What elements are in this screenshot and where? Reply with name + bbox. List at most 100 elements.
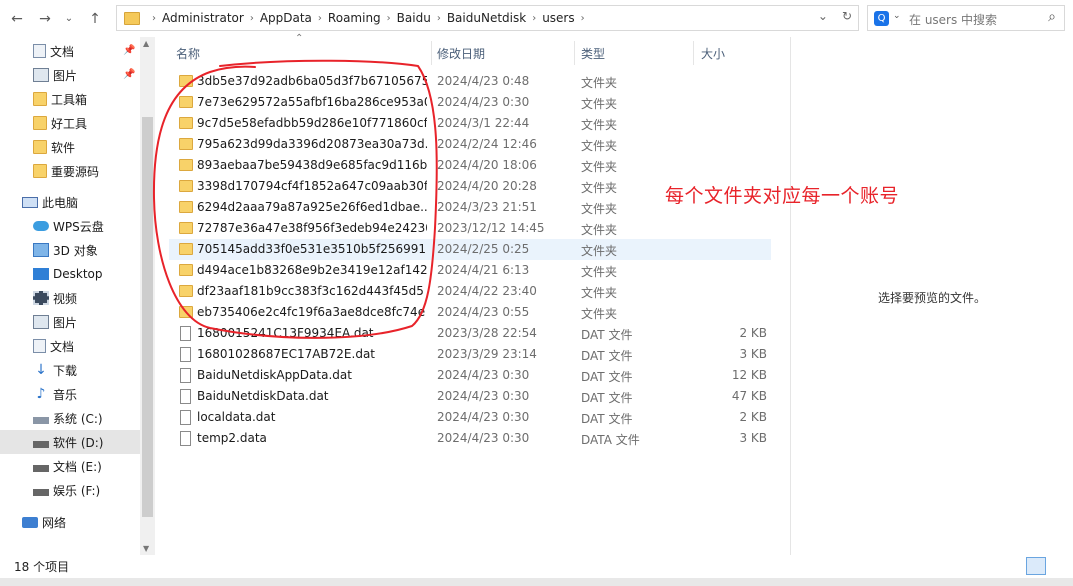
file-type: 文件夹	[581, 97, 618, 111]
nav-item-videos[interactable]: 视频	[0, 286, 140, 310]
nav-item-label: 此电脑	[42, 195, 79, 210]
breadcrumb-item[interactable]: users	[542, 11, 574, 25]
file-name: 16801028687EC17AB72E.dat	[197, 347, 375, 361]
nav-item-pictures[interactable]: 图片	[0, 63, 140, 87]
chevron-right-icon[interactable]: ›	[318, 13, 322, 24]
column-divider[interactable]	[693, 41, 694, 65]
file-row[interactable]: BaiduNetdiskData.dat 2024/4/23 0:30 DAT 文件…	[169, 386, 771, 407]
nav-item-3d-objects[interactable]: 3D 对象	[0, 238, 140, 262]
history-dropdown-icon[interactable]: ⌄	[818, 9, 828, 23]
nav-item-label: 文档	[50, 44, 75, 59]
image-icon	[33, 68, 49, 82]
breadcrumb-item[interactable]: Roaming	[328, 11, 381, 25]
nav-item-desktop[interactable]: Desktop	[0, 262, 140, 286]
file-date: 2024/4/23 0:30	[437, 95, 530, 109]
file-date: 2024/2/25 0:25	[437, 242, 530, 256]
file-type: 文件夹	[581, 286, 618, 300]
breadcrumb-item[interactable]: Baidu	[397, 11, 431, 25]
nav-item-important-source[interactable]: 重要源码	[0, 159, 140, 183]
nav-item-label: 音乐	[53, 387, 78, 402]
breadcrumb-item[interactable]: BaiduNetdisk	[447, 11, 526, 25]
search-icon[interactable]: ⌕	[1048, 9, 1056, 25]
breadcrumb[interactable]: › Administrator › AppData › Roaming › Ba…	[116, 5, 859, 31]
refresh-icon[interactable]: ↻	[842, 9, 852, 23]
address-bar-area: ← → ⌄ ↑ › Administrator › AppData › Roam…	[0, 0, 1073, 37]
file-size: 3 KB	[739, 431, 767, 445]
column-header-size[interactable]: 大小	[701, 45, 725, 62]
file-name: localdata.dat	[197, 410, 276, 424]
recent-dropdown-icon[interactable]: ⌄	[58, 8, 80, 30]
chevron-right-icon[interactable]: ›	[387, 13, 391, 24]
up-arrow-icon[interactable]: ↑	[84, 8, 106, 30]
column-divider[interactable]	[574, 41, 575, 65]
network-icon	[22, 516, 38, 528]
file-icon	[180, 389, 191, 404]
nav-item-wps-cloud[interactable]: WPS云盘	[0, 214, 140, 238]
nav-item-good-tools[interactable]: 好工具	[0, 111, 140, 135]
column-header-date[interactable]: 修改日期	[437, 45, 485, 62]
file-type: DAT 文件	[581, 412, 633, 426]
nav-item-pictures-pc[interactable]: 图片	[0, 310, 140, 334]
nav-item-documents-pc[interactable]: 文档	[0, 334, 140, 358]
computer-icon	[22, 196, 38, 208]
back-arrow-icon[interactable]: ←	[6, 8, 28, 30]
nav-item-drive-d[interactable]: 软件 (D:)	[0, 430, 140, 454]
drive-icon	[33, 489, 49, 496]
scroll-down-icon[interactable]: ▼	[143, 544, 149, 553]
nav-item-this-pc[interactable]: 此电脑	[0, 190, 140, 214]
cloud-icon	[33, 221, 49, 231]
file-row[interactable]: temp2.data 2024/4/23 0:30 DATA 文件 3 KB	[169, 428, 771, 449]
preview-divider[interactable]	[790, 37, 791, 555]
chevron-right-icon[interactable]: ›	[532, 13, 536, 24]
forward-arrow-icon[interactable]: →	[34, 8, 56, 30]
nav-item-drive-f[interactable]: 娱乐 (F:)	[0, 478, 140, 502]
file-type: 文件夹	[581, 160, 618, 174]
file-type: DAT 文件	[581, 328, 633, 342]
nav-item-toolbox[interactable]: 工具箱	[0, 87, 140, 111]
nav-item-label: 软件 (D:)	[53, 435, 104, 450]
drive-icon	[33, 417, 49, 424]
column-header-type[interactable]: 类型	[581, 45, 605, 62]
search-provider-icon[interactable]: Q	[874, 11, 889, 26]
annotation-text: 每个文件夹对应每一个账号	[665, 185, 900, 207]
file-size: 2 KB	[739, 410, 767, 424]
nav-item-label: 网络	[42, 515, 67, 530]
chevron-right-icon[interactable]: ›	[152, 13, 156, 24]
details-view-icon[interactable]	[1026, 557, 1046, 575]
chevron-right-icon[interactable]: ›	[250, 13, 254, 24]
drive-icon	[33, 441, 49, 448]
cube-icon	[33, 243, 49, 257]
pin-icon[interactable]: 📌	[123, 45, 135, 56]
chevron-right-icon[interactable]: ›	[437, 13, 441, 24]
file-type: DAT 文件	[581, 370, 633, 384]
file-size: 47 KB	[731, 389, 767, 403]
nav-item-software[interactable]: 软件	[0, 135, 140, 159]
search-placeholder[interactable]: 在 users 中搜索	[909, 11, 997, 28]
horizontal-scrollbar[interactable]	[0, 578, 1073, 586]
nav-item-label: 系统 (C:)	[53, 411, 103, 426]
nav-item-drive-e[interactable]: 文档 (E:)	[0, 454, 140, 478]
file-row[interactable]: BaiduNetdiskAppData.dat 2024/4/23 0:30 DAT…	[169, 365, 771, 386]
search-dropdown-icon[interactable]: ⌄	[893, 11, 901, 21]
nav-item-label: 重要源码	[51, 164, 100, 179]
chevron-right-icon[interactable]: ›	[581, 13, 585, 24]
nav-item-downloads[interactable]: ↓ 下载	[0, 358, 140, 382]
drive-icon	[33, 465, 49, 472]
nav-item-drive-c[interactable]: 系统 (C:)	[0, 406, 140, 430]
search-box[interactable]: Q ⌄ 在 users 中搜索 ⌕	[867, 5, 1065, 31]
breadcrumb-item[interactable]: AppData	[260, 11, 312, 25]
large-icons-view-icon[interactable]	[1049, 557, 1069, 575]
file-name: BaiduNetdiskData.dat	[197, 389, 329, 403]
pin-icon[interactable]: 📌	[123, 69, 135, 80]
nav-item-music[interactable]: ♪ 音乐	[0, 382, 140, 406]
nav-item-documents[interactable]: 文档	[0, 39, 140, 63]
list-scrollbar[interactable]	[770, 37, 785, 555]
breadcrumb-item[interactable]: Administrator	[162, 11, 244, 25]
file-row[interactable]: localdata.dat 2024/4/23 0:30 DAT 文件 2 KB	[169, 407, 771, 428]
file-icon	[180, 410, 191, 425]
file-date: 2024/4/23 0:30	[437, 389, 530, 403]
scroll-up-icon[interactable]: ▲	[143, 39, 149, 48]
nav-item-network[interactable]: 网络	[0, 510, 140, 534]
file-date: 2024/2/24 12:46	[437, 137, 537, 151]
file-type: 文件夹	[581, 265, 618, 279]
